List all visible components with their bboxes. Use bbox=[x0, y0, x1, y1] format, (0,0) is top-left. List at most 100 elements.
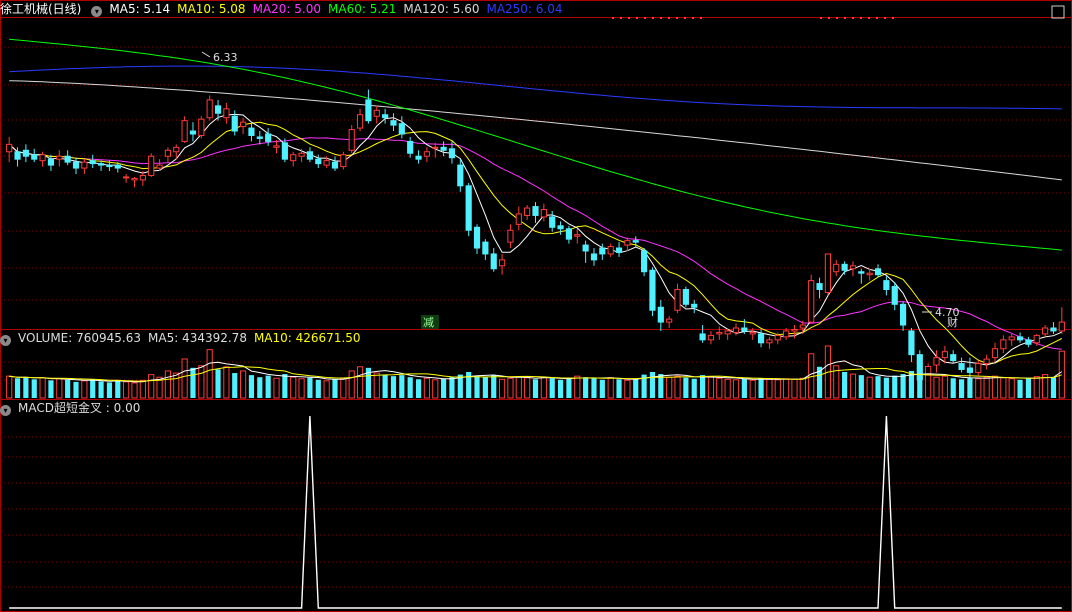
candle-body bbox=[14, 151, 21, 160]
candle-body bbox=[1058, 321, 1065, 332]
candle-body bbox=[507, 229, 514, 243]
volume-bar bbox=[866, 376, 873, 399]
candle-body bbox=[699, 333, 706, 341]
price-panel-header: 徐工机械(日线) ▾ MA5: 5.14 MA10: 5.08 MA20: 5.00 MA… bbox=[0, 1, 577, 17]
volume-bar bbox=[524, 377, 531, 399]
candle-body bbox=[958, 363, 965, 370]
volume-bar bbox=[14, 378, 21, 398]
volume-bar bbox=[115, 380, 121, 398]
candle-body bbox=[724, 330, 731, 335]
candle-body bbox=[849, 265, 857, 270]
candle-body bbox=[540, 209, 547, 218]
event-dot bbox=[852, 17, 854, 19]
candle-body bbox=[482, 241, 489, 255]
candle-body bbox=[515, 213, 522, 225]
candle-body bbox=[649, 269, 656, 311]
event-dot bbox=[700, 17, 702, 19]
candle-body bbox=[1042, 327, 1049, 335]
candle-body bbox=[615, 247, 623, 253]
candle-body bbox=[256, 136, 263, 139]
volume-bar bbox=[958, 379, 965, 398]
candle-body bbox=[632, 240, 639, 243]
kline-chart-canvas[interactable]: 6.33 4.70 减 财 bbox=[0, 0, 1072, 612]
volume-bar bbox=[482, 377, 488, 398]
stock-chart-window[interactable]: 6.33 4.70 减 财 徐工机械(日线) ▾ MA5: 5.14 MA10: 5.… bbox=[0, 0, 1072, 612]
candle-body bbox=[382, 114, 389, 119]
volume-panel-header: ▾ VOLUME: 760945.63 MA5: 434392.78 MA10: 42… bbox=[0, 330, 375, 346]
volume-bar bbox=[941, 375, 948, 399]
volume-bar bbox=[474, 376, 480, 398]
volume-bar bbox=[6, 375, 13, 399]
legend-item: VOLUME: 760945.63 bbox=[18, 331, 141, 345]
candle-body bbox=[473, 226, 481, 249]
volume-bar bbox=[423, 377, 430, 399]
candle-body bbox=[72, 161, 80, 169]
candle-body bbox=[582, 244, 589, 252]
volume-bar bbox=[98, 381, 104, 398]
candle-body bbox=[941, 351, 948, 359]
volume-bar bbox=[633, 378, 639, 398]
volume-bar bbox=[123, 381, 130, 399]
candle-body bbox=[657, 306, 664, 323]
ma250-line bbox=[9, 65, 1062, 110]
candle-body bbox=[56, 155, 63, 160]
event-dot bbox=[828, 17, 830, 19]
chevron-down-icon[interactable]: ▾ bbox=[0, 335, 11, 346]
volume-bar bbox=[1000, 377, 1007, 399]
candle-body bbox=[590, 253, 598, 261]
candle-body bbox=[398, 123, 405, 135]
volume-bar bbox=[683, 377, 689, 398]
volume-bar bbox=[699, 375, 706, 398]
legend-item: MA250: 6.04 bbox=[486, 2, 563, 16]
finance-signal-label[interactable]: 财 bbox=[947, 315, 958, 329]
volume-bar bbox=[716, 377, 723, 399]
candle-body bbox=[833, 263, 840, 273]
volume-bar bbox=[48, 380, 54, 398]
candle-body bbox=[81, 161, 88, 169]
legend-item: MA10: 5.08 bbox=[177, 2, 246, 16]
candle-body bbox=[298, 152, 305, 157]
volume-bar bbox=[373, 372, 380, 399]
volume-bar bbox=[925, 374, 932, 399]
volume-bar bbox=[356, 366, 364, 399]
candle-body bbox=[716, 331, 723, 335]
chevron-down-icon[interactable]: ▾ bbox=[91, 6, 103, 17]
candle-body bbox=[741, 327, 748, 332]
candle-body bbox=[1016, 336, 1024, 341]
candle-body bbox=[432, 146, 439, 149]
volume-bar bbox=[265, 375, 271, 398]
volume-bar bbox=[449, 377, 455, 398]
candle-body bbox=[749, 331, 756, 335]
chevron-down-icon[interactable]: ▾ bbox=[0, 405, 11, 416]
volume-bar bbox=[139, 379, 146, 399]
candle-body bbox=[89, 160, 96, 165]
volume-bar bbox=[181, 358, 188, 399]
volume-bar bbox=[666, 376, 673, 399]
price-marker-layer: 6.33 4.70 减 财 bbox=[201, 51, 960, 329]
candle-body bbox=[164, 149, 171, 157]
candle-body bbox=[22, 149, 29, 157]
volume-bar bbox=[574, 375, 581, 399]
candle-body bbox=[181, 120, 188, 142]
candle-body bbox=[39, 154, 46, 162]
event-dot bbox=[660, 17, 662, 19]
reduce-signal-label[interactable]: 减 bbox=[423, 316, 434, 329]
candle-body bbox=[808, 280, 815, 323]
candle-body bbox=[281, 142, 288, 160]
event-dot bbox=[684, 17, 686, 19]
candle-body bbox=[415, 155, 422, 160]
candle-body bbox=[223, 108, 230, 119]
volume-bar bbox=[950, 378, 956, 398]
volume-bar-layer bbox=[6, 345, 1065, 399]
event-dot bbox=[636, 17, 638, 19]
candle-body bbox=[148, 155, 155, 176]
candle-body bbox=[465, 185, 472, 231]
volume-bar bbox=[1008, 378, 1015, 399]
volume-bar bbox=[842, 372, 848, 398]
candle-body bbox=[607, 246, 614, 255]
candle-body bbox=[757, 333, 765, 344]
macd-signal-layer bbox=[9, 415, 1062, 609]
candle-body bbox=[97, 163, 105, 166]
volume-bar bbox=[724, 378, 731, 399]
ma10-line bbox=[8, 121, 1063, 365]
